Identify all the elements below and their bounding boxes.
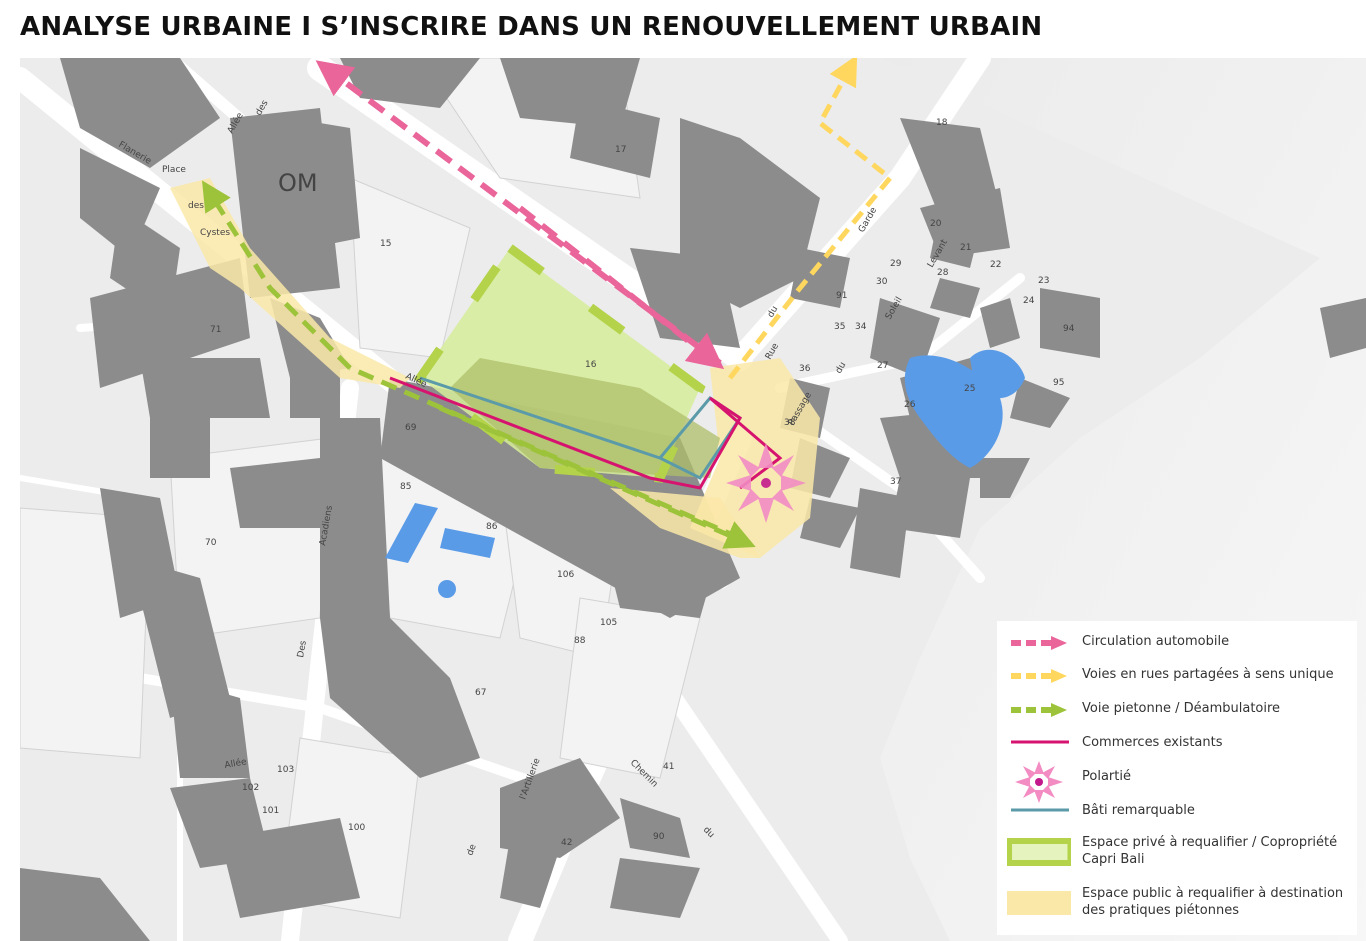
parcel-number: 20	[930, 219, 942, 229]
parcel-number: 35	[834, 322, 845, 332]
parcel-number: 91	[836, 291, 847, 301]
magenta-line-icon	[1011, 740, 1069, 744]
legend-label: Bâti remarquable	[1082, 803, 1195, 818]
page-title: ANALYSE URBAINE I S’INSCRIRE DANS UN REN…	[20, 12, 1043, 42]
legend-label: Espace privé à requalifier / Copropriété…	[1082, 835, 1338, 867]
legend-item-polarity: Polartié	[997, 759, 1357, 805]
pink-dashed-arrow-icon	[1011, 636, 1067, 650]
parcel-number: 86	[486, 522, 498, 532]
yellow-dashed-arrow-icon	[1011, 669, 1067, 683]
district-label: OM	[278, 169, 318, 197]
legend-item-shops: Commerces existants	[997, 734, 1357, 754]
parcel-number: 42	[561, 838, 572, 848]
parcel-number: 22	[990, 260, 1001, 270]
parcel-number: 29	[890, 259, 902, 269]
parcel-number: 26	[904, 400, 916, 410]
parcel-number: 23	[1038, 276, 1049, 286]
legend-label: Espace public à requalifier à destinatio…	[1082, 886, 1344, 918]
parcel-number: 85	[400, 482, 411, 492]
legend-item-pedestrian: Voie pietonne / Déambulatoire	[997, 700, 1357, 720]
parcel-number: 18	[936, 118, 948, 128]
parcel-number: 101	[262, 806, 279, 816]
parcel-number: 88	[574, 636, 586, 646]
legend-item-car-traffic: Circulation automobile	[997, 633, 1357, 653]
parcel-number: 16	[585, 360, 597, 370]
parcel-number: 90	[653, 832, 665, 842]
parcel-number: 27	[877, 361, 888, 371]
legend-item-private-space: Espace privé à requalifier / Copropriété…	[997, 834, 1357, 870]
parcel-number: 30	[876, 277, 888, 287]
pink-star-arrows-icon	[1015, 761, 1063, 803]
parcel-number: 71	[210, 325, 221, 335]
polarity-symbol	[726, 443, 806, 523]
legend-label: Commerces existants	[1082, 735, 1223, 750]
legend-item-shared-street: Voies en rues partagées à sens unique	[997, 666, 1357, 686]
parcel-number: 36	[799, 364, 811, 374]
street-label: des	[188, 201, 204, 211]
parcel-number: 17	[615, 145, 626, 155]
street-label: Place	[162, 165, 186, 175]
map-legend: Circulation automobile Voies en rues par…	[997, 621, 1357, 935]
parcel-number: 25	[964, 384, 975, 394]
parcel-number: 100	[348, 823, 365, 833]
parcel-number: 21	[960, 243, 971, 253]
parcel-number: 70	[205, 538, 217, 548]
teal-line-icon	[1011, 808, 1069, 812]
parcel-number: 34	[855, 322, 867, 332]
parcel-number: 69	[405, 423, 417, 433]
legend-label: Voie pietonne / Déambulatoire	[1082, 701, 1281, 716]
parcel-number: 94	[1063, 324, 1075, 334]
parcel-number: 103	[277, 765, 294, 775]
parcel-number: 67	[475, 688, 486, 698]
parcel-number: 41	[663, 762, 674, 772]
parcel-number: 95	[1053, 378, 1064, 388]
parcel-number: 105	[600, 618, 617, 628]
parcel-number: 102	[242, 783, 259, 793]
legend-label: Voies en rues partagées à sens unique	[1082, 667, 1334, 682]
parcel-number: 37	[890, 477, 901, 487]
parcel-number: 15	[380, 239, 391, 249]
parcel-number: 28	[937, 268, 949, 278]
street-label: Cystes	[200, 228, 230, 238]
parcel-number: 106	[557, 570, 574, 580]
legend-item-remarkable-building: Bâti remarquable	[997, 802, 1357, 822]
green-dashed-arrow-icon	[1011, 703, 1067, 717]
legend-label: Polartié	[1082, 769, 1131, 784]
green-framed-area-icon	[1007, 838, 1071, 866]
parcel-number: 24	[1023, 296, 1035, 306]
yellow-area-icon	[1007, 891, 1071, 915]
legend-item-public-space: Espace public à requalifier à destinatio…	[997, 885, 1357, 921]
legend-label: Circulation automobile	[1082, 634, 1230, 649]
